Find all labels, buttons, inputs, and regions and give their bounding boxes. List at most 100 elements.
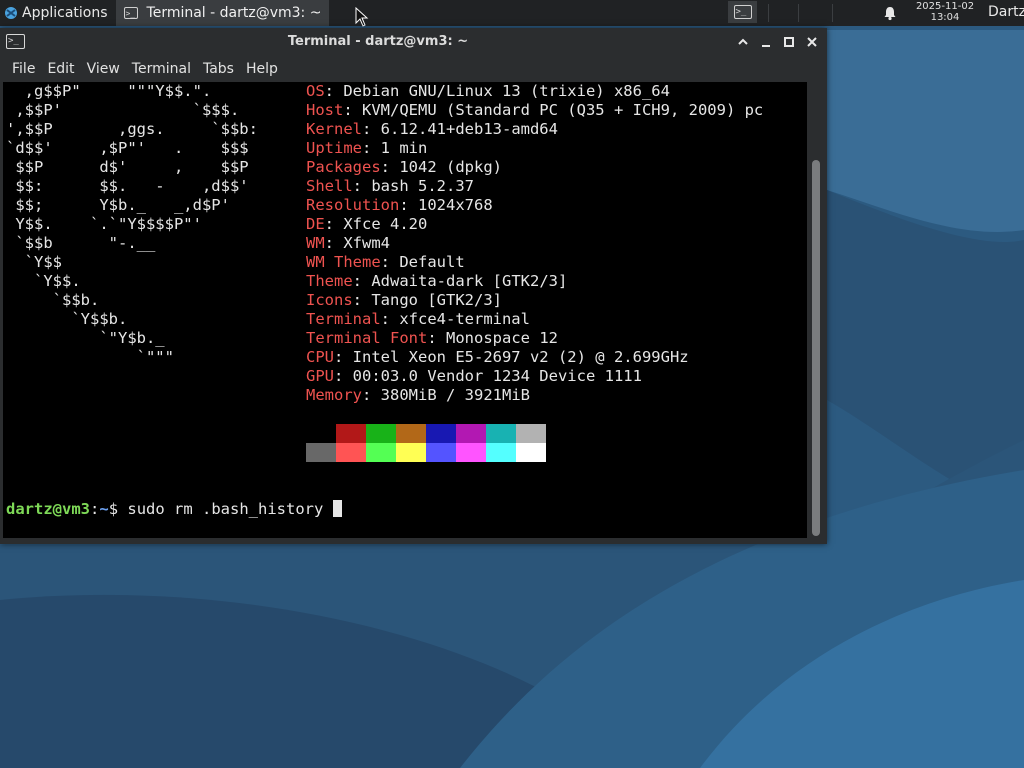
panel-separator [832,4,833,22]
info-line: Resolution: 1024x768 [306,196,493,215]
logo-line: `Y$$ [6,253,62,271]
text-cursor [332,500,342,517]
terminal-icon: >_ [123,7,138,19]
panel-terminal-launcher[interactable]: >_ [728,1,757,23]
color-swatch [516,443,546,462]
taskbar-terminal-title: Terminal - dartz@vm3: ~ [146,5,322,21]
info-line: Terminal Font: Monospace 12 [306,329,558,348]
info-separator: : [343,101,362,119]
logo-line: Y$$. `.`"Y$$$$P"' [6,215,202,233]
info-line: WM Theme: Default [306,253,465,272]
info-value: Xfwm4 [343,234,391,252]
info-separator: : [362,120,381,138]
prompt-path: ~ [99,500,109,518]
info-label: Terminal [306,310,381,328]
info-value: 6.12.41+deb13-amd64 [380,120,558,138]
prompt-user: dartz@vm3 [6,500,90,518]
info-value: 1024x768 [418,196,493,214]
applications-label: Applications [22,5,108,21]
logo-line: ',$$P ,ggs. `$$b: [6,120,258,138]
info-label: Shell [306,177,353,195]
info-value: Xfce 4.20 [343,215,428,233]
info-label: OS [306,82,325,100]
logo-line: `Y$$. [6,272,81,290]
color-swatch [456,424,486,443]
top-panel: Applications >_ Terminal - dartz@vm3: ~ … [0,0,1024,26]
applications-menu[interactable]: Applications [0,0,112,26]
info-separator: : [324,82,344,100]
shell-prompt[interactable]: dartz@vm3:~$ sudo rm .bash_history [6,500,342,519]
chevron-up-icon[interactable] [736,35,750,49]
menu-tabs[interactable]: Tabs [197,61,240,77]
info-line: WM: Xfwm4 [306,234,390,253]
xfce-mouse-icon [5,7,17,19]
prompt-symbol: $ [108,500,119,518]
info-label: Packages [306,158,381,176]
menu-help[interactable]: Help [240,61,284,77]
command-text: sudo rm .bash_history [118,500,333,518]
info-separator: : [324,215,344,233]
info-line: Host: KVM/QEMU (Standard PC (Q35 + ICH9,… [306,101,763,120]
info-line: Shell: bash 5.2.37 [306,177,474,196]
info-separator: : [380,253,400,271]
info-value: Debian GNU/Linux 13 (trixie) x86_64 [343,82,670,100]
notification-bell-icon[interactable] [882,5,898,21]
color-palette-bright [306,443,546,462]
info-separator: : [352,291,372,309]
color-swatch [366,443,396,462]
scrollbar-thumb[interactable] [812,160,820,536]
terminal-icon: >_ [733,5,752,19]
window-titlebar[interactable]: >_ Terminal - dartz@vm3: ~ [0,28,827,56]
color-palette-normal [306,424,546,443]
user-menu[interactable]: Dartz [988,4,1024,20]
menu-edit[interactable]: Edit [41,61,80,77]
info-line: Theme: Adwaita-dark [GTK2/3] [306,272,567,291]
taskbar-terminal-button[interactable]: >_ Terminal - dartz@vm3: ~ [115,0,330,26]
info-value: Intel Xeon E5-2697 v2 (2) @ 2.699GHz [352,348,689,366]
info-value: 00:03.0 Vendor 1234 Device 1111 [352,367,642,385]
logo-line: `d$$' ,$P"' . $$$ [6,139,249,157]
info-separator: : [427,329,446,347]
info-value: 1042 (dpkg) [399,158,502,176]
logo-line: $$; Y$b._ _,d$P' [6,196,230,214]
info-separator: : [352,272,372,290]
info-label: WM [306,234,325,252]
info-label: Theme [306,272,353,290]
info-label: CPU [306,348,334,366]
color-swatch [486,424,516,443]
menu-view[interactable]: View [81,61,126,77]
info-value: Tango [GTK2/3] [371,291,502,309]
info-label: DE [306,215,325,233]
terminal-scrollbar[interactable] [808,82,827,538]
color-swatch [516,424,546,443]
menu-terminal[interactable]: Terminal [126,61,197,77]
info-label: WM Theme [306,253,381,271]
logo-line: $$P d$' , $$P [6,158,249,176]
window-title: Terminal - dartz@vm3: ~ [287,34,469,49]
info-line: OS: Debian GNU/Linux 13 (trixie) x86_64 [306,82,670,101]
info-label: GPU [306,367,334,385]
info-line: DE: Xfce 4.20 [306,215,427,234]
info-value: KVM/QEMU (Standard PC (Q35 + ICH9, 2009)… [362,101,764,119]
info-line: Uptime: 1 min [306,139,427,158]
info-value: 380MiB / 3921MiB [380,386,530,404]
minimize-icon[interactable] [759,35,773,49]
maximize-icon[interactable] [782,35,796,49]
logo-line: `$$b "-.__ [6,234,156,252]
terminal-output[interactable]: ,g$$P" """Y$$.". ,$$P' `$$$. ',$$P ,ggs. … [3,82,807,538]
info-line: Memory: 380MiB / 3921MiB [306,386,530,405]
color-swatch [426,443,456,462]
logo-line: ,$$P' `$$$. [6,101,240,119]
logo-line: `""" [6,348,174,366]
color-swatch [336,443,366,462]
info-value: Monospace 12 [446,329,558,347]
clock[interactable]: 2025-11-02 13:04 [905,1,985,23]
info-line: Terminal: xfce4-terminal [306,310,530,329]
logo-line: $$: $$. - ,d$$' [6,177,249,195]
menu-file[interactable]: File [0,61,41,77]
info-separator: : [334,367,353,385]
color-swatch [306,443,336,462]
info-value: xfce4-terminal [399,310,530,328]
info-value: Adwaita-dark [GTK2/3] [371,272,568,290]
close-icon[interactable] [805,35,819,49]
